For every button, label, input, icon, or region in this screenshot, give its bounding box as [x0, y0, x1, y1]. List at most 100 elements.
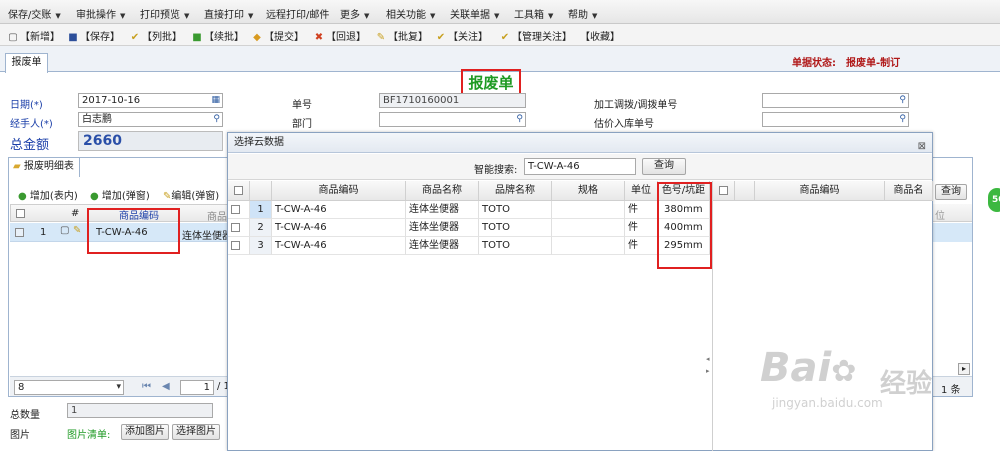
- new-button[interactable]: ▢ 【新增】: [8, 28, 60, 43]
- doc-icon: ▢: [60, 225, 70, 236]
- right-query-button[interactable]: 查询: [935, 184, 967, 200]
- edit-popup-button[interactable]: ✎编辑(弹窗): [163, 187, 219, 202]
- right-count: 1 条: [941, 385, 961, 396]
- follow-button[interactable]: ✔ 【关注】: [436, 28, 488, 43]
- button-label: 增加(弹窗): [101, 191, 150, 202]
- submit-button[interactable]: ◆ 【提交】: [252, 28, 304, 43]
- menu-toolbox[interactable]: 工具箱 ▼: [514, 6, 553, 21]
- search-icon[interactable]: ⚲: [899, 94, 906, 107]
- floating-badge[interactable]: 50: [988, 188, 1000, 212]
- row-checkbox[interactable]: [231, 223, 240, 232]
- estimate-field[interactable]: ⚲: [762, 112, 909, 127]
- proc-transfer-field[interactable]: ⚲: [762, 93, 909, 108]
- select-all-checkbox[interactable]: [16, 209, 25, 218]
- prev-page-icon[interactable]: ◀: [162, 381, 170, 392]
- status-label: 单据状态:: [792, 58, 836, 69]
- add-icon: ●: [90, 191, 99, 202]
- check-icon: ✔: [130, 32, 140, 43]
- row-unit[interactable]: 件: [625, 237, 658, 255]
- search-button[interactable]: 查询: [642, 158, 686, 175]
- chevron-down-icon: ▼: [55, 12, 61, 20]
- row-brand[interactable]: TOTO: [479, 219, 552, 237]
- row-spec[interactable]: [552, 237, 625, 255]
- menu-related-functions[interactable]: 相关功能 ▼: [386, 6, 435, 21]
- toolbar: ▢ 【新增】 ■ 【保存】 ✔ 【列批】 ■ 【续批】 ◆ 【提交】 ✖ 【回退】 ✎ 【批复…: [0, 24, 1000, 46]
- handler-label: 经手人(*): [10, 115, 53, 130]
- row-unit[interactable]: 件: [625, 201, 658, 219]
- row-name[interactable]: 连体坐便器: [406, 237, 479, 255]
- page-size-select[interactable]: 8 ▾: [14, 380, 124, 395]
- row-code[interactable]: T-CW-A-46: [272, 201, 406, 219]
- dept-field[interactable]: ⚲: [379, 112, 526, 127]
- row-brand[interactable]: TOTO: [479, 201, 552, 219]
- menu-help[interactable]: 帮助 ▼: [568, 6, 597, 21]
- docno-field: BF1710160001: [379, 93, 526, 108]
- right-row: [929, 223, 972, 242]
- add-inline-button[interactable]: ● 增加(表内): [18, 187, 78, 202]
- continue-approve-button[interactable]: ■ 【续批】: [192, 28, 244, 43]
- search-input[interactable]: T-CW-A-46: [524, 158, 636, 175]
- menu-approval[interactable]: 审批操作 ▼: [76, 6, 125, 21]
- row-spec[interactable]: [552, 201, 625, 219]
- grid-header-num: [250, 181, 272, 201]
- highlight-box-color: [657, 182, 712, 269]
- date-value: 2017-10-16: [82, 95, 141, 106]
- row-checkbox-cell: [228, 201, 250, 219]
- menu-label: 更多: [340, 10, 360, 21]
- calendar-icon[interactable]: ▦: [211, 94, 220, 107]
- row-code[interactable]: T-CW-A-46: [272, 237, 406, 255]
- menu-print-preview[interactable]: 打印预览 ▼: [140, 6, 189, 21]
- scroll-right-icon[interactable]: ▸: [958, 363, 970, 375]
- cloud-data-grid: 商品编码 商品名称 品牌名称 规格 单位 色号/坑距 1 T-CW-A-46 连…: [228, 181, 710, 451]
- select-image-button[interactable]: 选择图片: [172, 424, 220, 440]
- select-all-checkbox[interactable]: [234, 186, 243, 195]
- row-brand[interactable]: TOTO: [479, 237, 552, 255]
- row-checkbox[interactable]: [231, 241, 240, 250]
- grid-header-num: [735, 181, 755, 201]
- row-spec[interactable]: [552, 219, 625, 237]
- rollback-button[interactable]: ✖ 【回退】: [314, 28, 366, 43]
- menu-linked-docs[interactable]: 关联单据 ▼: [450, 6, 499, 21]
- menu-direct-print[interactable]: 直接打印 ▼: [204, 6, 253, 21]
- tab-detail-table[interactable]: ▰ 报废明细表: [8, 157, 80, 177]
- row-code[interactable]: T-CW-A-46: [272, 219, 406, 237]
- save-button[interactable]: ■ 【保存】: [68, 28, 120, 43]
- add-popup-button[interactable]: ● 增加(弹窗): [90, 187, 150, 202]
- reply-button[interactable]: ✎ 【批复】: [376, 28, 428, 43]
- page-input[interactable]: 1: [180, 380, 214, 395]
- list-approve-button[interactable]: ✔ 【列批】: [130, 28, 182, 43]
- menu-remote-print[interactable]: 远程打印/邮件: [266, 6, 329, 21]
- button-label: 【保存】: [80, 32, 120, 43]
- row-unit[interactable]: 件: [625, 219, 658, 237]
- tab-scrap-form[interactable]: 报废单: [5, 53, 48, 73]
- chevron-down-icon: ▼: [430, 12, 436, 20]
- row-number: 2: [250, 219, 272, 237]
- select-all-checkbox[interactable]: [719, 186, 728, 195]
- close-icon: ✖: [314, 32, 324, 43]
- image-list-label: 图片清单:: [67, 430, 111, 441]
- button-label: 增加(表内): [29, 191, 78, 202]
- date-field[interactable]: 2017-10-16 ▦: [78, 93, 223, 108]
- row-name[interactable]: 连体坐便器: [406, 201, 479, 219]
- favorite-button[interactable]: 【收藏】: [580, 28, 620, 43]
- watermark-logo: Bai✿: [760, 345, 856, 391]
- menu-label: 关联单据: [450, 10, 490, 21]
- menu-save-submit[interactable]: 保存/交账 ▼: [8, 6, 61, 21]
- search-icon[interactable]: ⚲: [899, 113, 906, 126]
- menu-more[interactable]: 更多 ▼: [340, 6, 369, 21]
- row-name[interactable]: 连体坐便器: [406, 219, 479, 237]
- handler-field[interactable]: 白志鹏 ⚲: [78, 112, 223, 127]
- col-product-name: 商品名称: [406, 181, 479, 201]
- add-image-button[interactable]: 添加图片: [121, 424, 169, 440]
- first-page-icon[interactable]: ⏮: [142, 381, 151, 392]
- search-icon[interactable]: ⚲: [516, 113, 523, 126]
- manage-follow-button[interactable]: ✔ 【管理关注】: [500, 28, 572, 43]
- button-label: 【新增】: [20, 32, 60, 43]
- row-checkbox[interactable]: [231, 205, 240, 214]
- row-checkbox[interactable]: [15, 228, 24, 237]
- handler-value: 白志鹏: [82, 114, 112, 125]
- search-icon[interactable]: ⚲: [213, 113, 220, 126]
- edit-icon[interactable]: ✎: [73, 225, 81, 236]
- qty-value: 1: [71, 405, 78, 416]
- chevron-down-icon: ▼: [592, 12, 598, 20]
